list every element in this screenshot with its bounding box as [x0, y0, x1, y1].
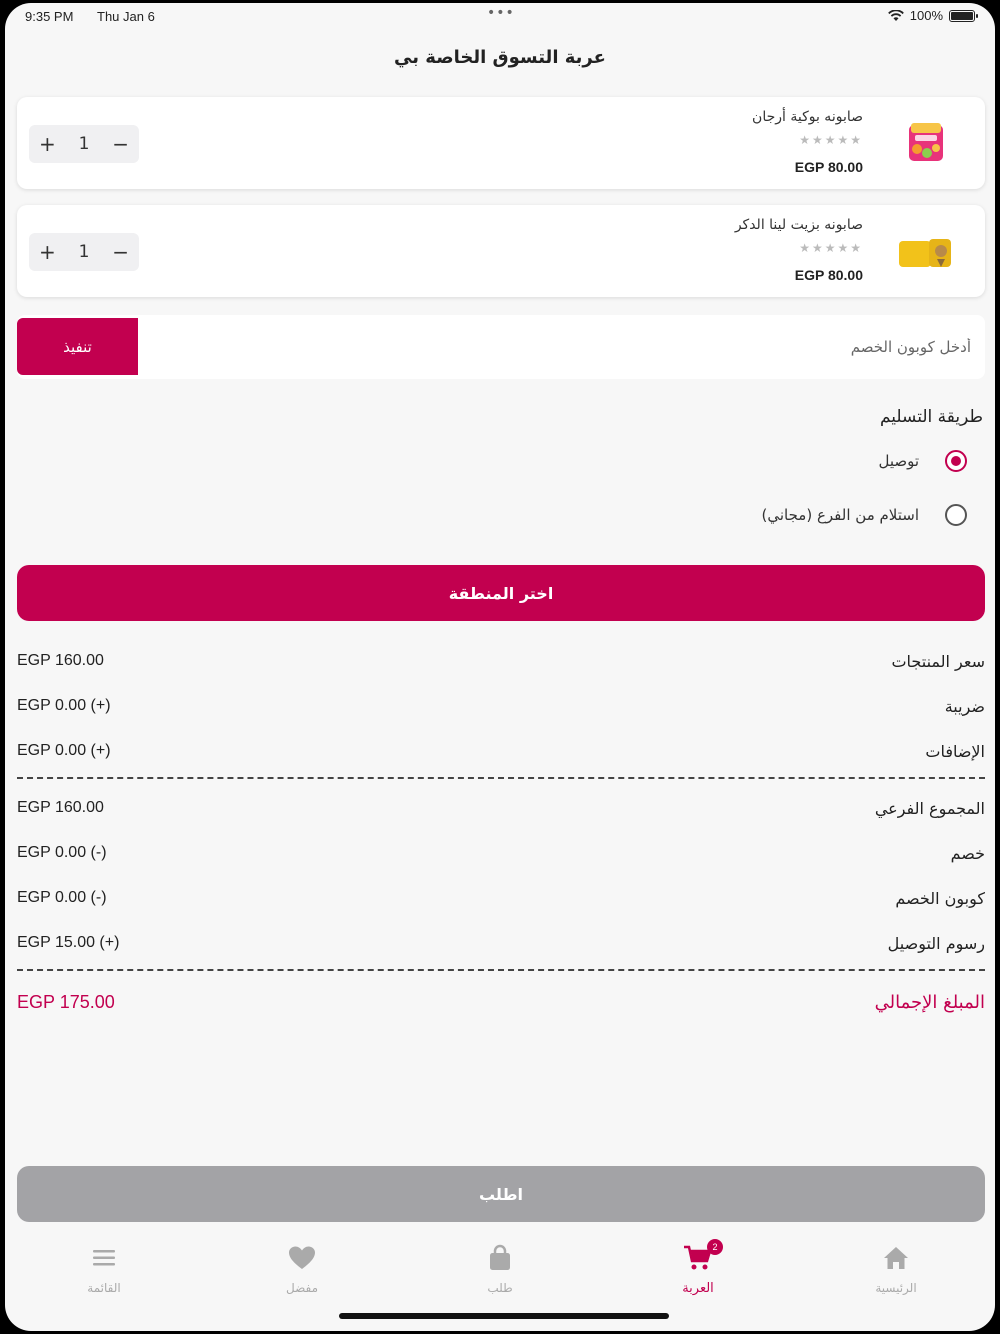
menu-icon: [93, 1250, 115, 1266]
summary-label: الإضافات: [925, 741, 985, 761]
page-title: عربة التسوق الخاصة بي: [394, 47, 606, 68]
product-price: EGP 80.00: [794, 267, 863, 283]
summary-value: EGP 15.00 (+): [17, 934, 120, 951]
summary-label: رسوم التوصيل: [887, 933, 985, 953]
delivery-option-label: توصيل: [878, 452, 919, 470]
decrease-quantity-button[interactable]: −: [106, 240, 136, 264]
summary-value: EGP 0.00 (-): [17, 889, 107, 906]
summary-label: كوبون الخصم: [895, 888, 985, 908]
tab-menu[interactable]: القائمة: [5, 1235, 203, 1305]
summary-row-subtotal: EGP 160.00 المجموع الفرعي: [17, 793, 985, 823]
total-label: المبلغ الإجمالي: [874, 991, 985, 1013]
cart-icon-wrapper: 2: [683, 1239, 723, 1273]
summary-row-products-price: EGP 160.00 سعر المنتجات: [17, 646, 985, 676]
increase-quantity-button[interactable]: +: [32, 240, 62, 264]
summary-label: المجموع الفرعي: [874, 798, 985, 818]
home-icon: [884, 1247, 908, 1269]
rating-stars: ★★★★★: [799, 133, 863, 147]
battery-percent: 100%: [909, 8, 943, 23]
product-name: صابونه بوكية أرجان: [752, 109, 863, 125]
summary-value: EGP 160.00: [17, 652, 104, 669]
tab-label: القائمة: [87, 1281, 121, 1295]
cart-count-badge: 2: [707, 1239, 723, 1255]
quantity-value: 1: [78, 134, 90, 154]
battery-icon: [949, 9, 978, 22]
cart-item: صابونه بزيت لينا الدكر ★★★★★ EGP 80.00 +…: [17, 205, 985, 297]
status-date: Thu Jan 6: [97, 9, 155, 24]
status-time: 9:35 PM: [25, 9, 74, 24]
tab-home[interactable]: الرئيسية: [797, 1235, 995, 1305]
coupon-input[interactable]: [142, 318, 977, 375]
summary-label: خصم: [950, 843, 985, 863]
tab-favorites[interactable]: مفضل: [203, 1235, 401, 1305]
total-value: EGP 175.00: [17, 991, 115, 1012]
home-indicator[interactable]: [339, 1313, 669, 1319]
cart-item: صابونه بوكية أرجان ★★★★★ EGP 80.00 + 1 −: [17, 97, 985, 189]
wifi-icon: [887, 9, 904, 21]
summary-value: EGP 0.00 (+): [17, 742, 111, 759]
dashed-divider: [17, 777, 985, 779]
apply-coupon-button[interactable]: تنفيذ: [17, 318, 138, 375]
summary-value: EGP 0.00 (+): [17, 697, 111, 714]
product-image-argan-soap[interactable]: [895, 119, 955, 169]
summary-row-tax: EGP 0.00 (+) ضريبة: [17, 691, 985, 721]
radio-unselected-icon[interactable]: [945, 504, 967, 526]
delivery-method-title: طريقة التسليم: [879, 407, 983, 427]
summary-row-coupon-discount: EGP 0.00 (-) كوبون الخصم: [17, 883, 985, 913]
delivery-option-pickup[interactable]: استلام من الفرع (مجاني): [762, 504, 967, 526]
place-order-button[interactable]: اطلب: [17, 1166, 985, 1222]
multitasking-dots-icon[interactable]: •••: [487, 5, 515, 21]
decrease-quantity-button[interactable]: −: [106, 132, 136, 156]
product-image-lina-oil-soap[interactable]: [895, 227, 955, 277]
summary-row-discount: EGP 0.00 (-) خصم: [17, 838, 985, 868]
tab-cart[interactable]: 2 العربة: [599, 1235, 797, 1305]
delivery-option-delivery[interactable]: توصيل: [878, 450, 967, 472]
dashed-divider: [17, 969, 985, 971]
summary-label: سعر المنتجات: [891, 651, 985, 671]
app-screen: 9:35 PM Thu Jan 6 ••• 100% عربة التسوق ا…: [5, 3, 995, 1331]
summary-row-delivery-fee: EGP 15.00 (+) رسوم التوصيل: [17, 928, 985, 958]
summary-value: EGP 0.00 (-): [17, 844, 107, 861]
quantity-stepper: + 1 −: [29, 125, 139, 163]
radio-selected-icon[interactable]: [945, 450, 967, 472]
tab-label: مفضل: [286, 1281, 318, 1295]
rating-stars: ★★★★★: [799, 241, 863, 255]
shopping-bag-icon: [490, 1244, 510, 1270]
status-bar: 9:35 PM Thu Jan 6 ••• 100%: [5, 3, 995, 33]
choose-area-button[interactable]: اختر المنطقة: [17, 565, 985, 621]
quantity-stepper: + 1 −: [29, 233, 139, 271]
tab-label: طلب: [487, 1281, 513, 1295]
product-price: EGP 80.00: [794, 159, 863, 175]
summary-value: EGP 160.00: [17, 799, 104, 816]
heart-icon: [289, 1246, 315, 1269]
summary-label: ضريبة: [944, 696, 985, 716]
status-right: 100%: [887, 8, 978, 23]
tab-label: العربة: [682, 1281, 714, 1296]
summary-row-addons: EGP 0.00 (+) الإضافات: [17, 736, 985, 766]
tab-label: الرئيسية: [875, 1281, 917, 1295]
delivery-option-label: استلام من الفرع (مجاني): [761, 506, 919, 524]
tab-orders[interactable]: طلب: [401, 1235, 599, 1305]
summary-row-total: EGP 175.00 المبلغ الإجمالي: [17, 987, 985, 1017]
coupon-section: تنفيذ: [17, 315, 985, 379]
quantity-value: 1: [78, 242, 90, 262]
increase-quantity-button[interactable]: +: [32, 132, 62, 156]
product-name: صابونه بزيت لينا الدكر: [734, 217, 863, 233]
